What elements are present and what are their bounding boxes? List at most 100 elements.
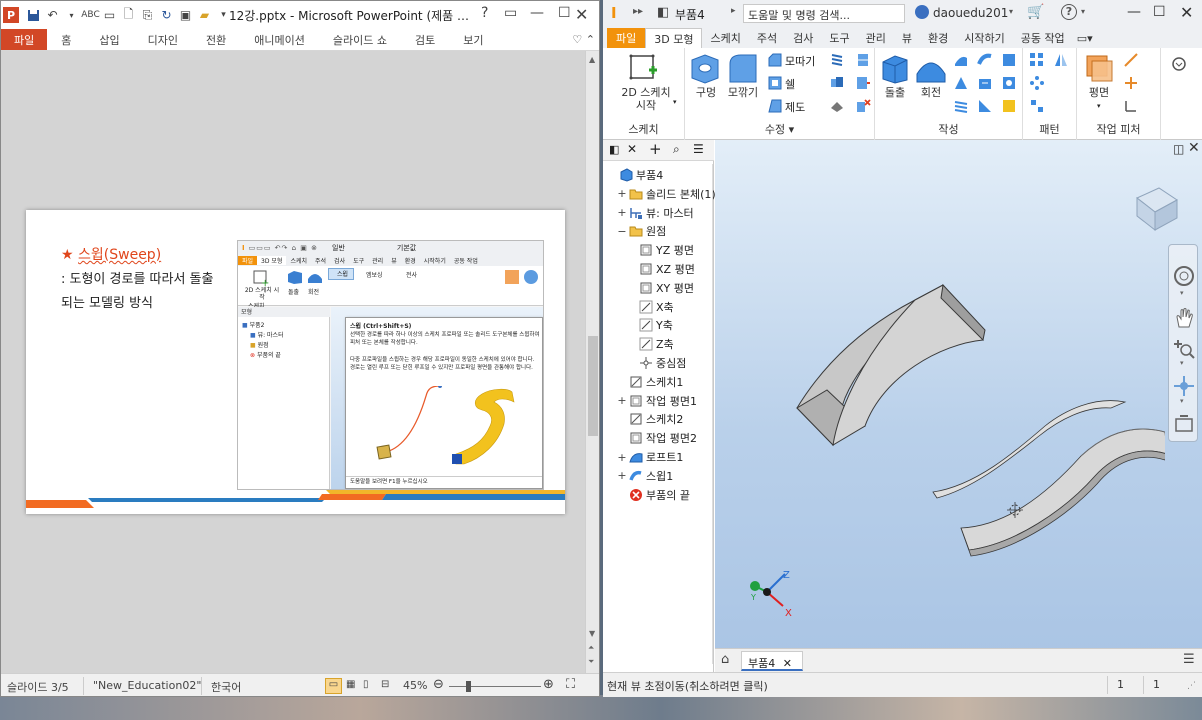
folder-icon[interactable]: ▰ bbox=[196, 7, 213, 24]
maximize-button[interactable]: ☐ bbox=[1153, 4, 1166, 20]
collapse-ribbon-icon[interactable]: ♡ ⌃ bbox=[566, 29, 599, 50]
undo-icon[interactable]: ↶ bbox=[44, 7, 61, 24]
open-icon[interactable]: ⎘ bbox=[139, 7, 156, 24]
tree-node-end-of-part[interactable]: 부품의 끝 bbox=[617, 486, 690, 504]
extrude-icon[interactable] bbox=[879, 52, 911, 84]
expand-icon[interactable]: + bbox=[617, 187, 627, 200]
3d-viewport[interactable]: ◫ ✕ ▾ ▾ ▾ Z X Y ⌂ 부품4 ✕ ☰ bbox=[715, 140, 1202, 672]
prev-slide-icon[interactable]: ⏶ bbox=[588, 643, 594, 653]
pan-icon[interactable] bbox=[1173, 307, 1195, 329]
tab-get-started[interactable]: 시작하기 bbox=[956, 28, 1012, 48]
reading-view-icon[interactable]: ▯ bbox=[363, 679, 369, 690]
tab-menu-icon[interactable]: ☰ bbox=[1183, 652, 1195, 667]
document-tab[interactable]: 부품4 ✕ bbox=[741, 651, 803, 671]
help-search-input[interactable]: 도움말 및 명령 검색... bbox=[743, 4, 905, 23]
tab-transitions[interactable]: 전환 bbox=[192, 29, 240, 50]
maximize-viewport-icon[interactable]: ◫ bbox=[1173, 142, 1184, 156]
ucs-icon[interactable] bbox=[1123, 98, 1139, 114]
tab-file[interactable]: 파일 bbox=[607, 28, 646, 48]
copy-object-icon[interactable] bbox=[829, 98, 845, 114]
help-icon[interactable]: ? bbox=[481, 5, 488, 21]
tree-node-z-axis[interactable]: Z축 bbox=[627, 335, 674, 353]
move-face-icon[interactable] bbox=[855, 75, 871, 91]
minimize-button[interactable]: — bbox=[1127, 4, 1141, 20]
tab-review[interactable]: 검토 bbox=[401, 29, 449, 50]
import-icon[interactable] bbox=[1001, 98, 1017, 114]
dropdown-icon[interactable]: ▸ bbox=[731, 6, 736, 16]
dropdown-icon[interactable]: ▾ bbox=[1180, 289, 1184, 297]
tab-view[interactable]: 보기 bbox=[449, 29, 497, 50]
delete-face-icon[interactable] bbox=[855, 98, 871, 114]
ribbon-display-icon[interactable]: ▭ bbox=[504, 5, 517, 21]
image-icon[interactable]: ▣ bbox=[177, 7, 194, 24]
help-dropdown-icon[interactable]: ▾ bbox=[1081, 7, 1085, 16]
tab-slideshow[interactable]: 슬라이드 쇼 bbox=[319, 29, 401, 50]
tab-tools[interactable]: 도구 bbox=[821, 28, 857, 48]
tree-node-center-point[interactable]: 중심점 bbox=[627, 354, 686, 372]
zoom-level[interactable]: 45% bbox=[403, 679, 427, 692]
expand-icon[interactable]: + bbox=[617, 394, 627, 407]
coil-spring-icon[interactable] bbox=[953, 98, 969, 114]
tab-inspect[interactable]: 검사 bbox=[785, 28, 821, 48]
model-tab-icon[interactable]: ◧ bbox=[609, 143, 619, 156]
tab-collaborate[interactable]: 공동 작업 bbox=[1013, 28, 1073, 48]
print-preview-icon[interactable]: 🗋 bbox=[120, 7, 137, 24]
sweep-icon[interactable] bbox=[977, 52, 993, 68]
save-icon[interactable] bbox=[25, 7, 42, 24]
user-name[interactable]: daouedu201 bbox=[933, 6, 1008, 20]
extrude-button[interactable]: 돌출 bbox=[877, 86, 913, 99]
derive-icon[interactable] bbox=[977, 98, 993, 114]
tree-node-sketch2[interactable]: 스케치2 bbox=[617, 410, 683, 428]
scroll-down-icon[interactable]: ▼ bbox=[589, 629, 595, 638]
tree-node-part4[interactable]: 부품4 bbox=[607, 166, 663, 184]
chamfer-icon[interactable] bbox=[767, 52, 783, 68]
slide-sorter-icon[interactable]: ▦ bbox=[346, 679, 355, 690]
language-indicator[interactable]: 한국어 bbox=[211, 679, 241, 695]
refresh-icon[interactable]: ↻ bbox=[158, 7, 175, 24]
sketch-pattern-icon[interactable] bbox=[1029, 98, 1045, 114]
search-icon[interactable]: ⌕ bbox=[673, 142, 680, 157]
plane-button[interactable]: 평면 bbox=[1081, 86, 1117, 99]
close-viewport-icon[interactable]: ✕ bbox=[1188, 140, 1200, 156]
expand-icon[interactable]: + bbox=[617, 451, 627, 464]
mirror-icon[interactable] bbox=[1053, 52, 1069, 68]
revolve-button[interactable]: 회전 bbox=[913, 86, 949, 99]
steering-wheel-icon[interactable] bbox=[1173, 265, 1195, 287]
axis-icon[interactable] bbox=[1123, 52, 1139, 68]
minimize-button[interactable]: — bbox=[530, 5, 544, 21]
plane-icon[interactable] bbox=[1083, 52, 1115, 84]
add-browser-icon[interactable]: + bbox=[649, 140, 662, 158]
tree-node-work-plane2[interactable]: 작업 평면2 bbox=[617, 429, 697, 447]
dropdown-icon[interactable]: ▾ bbox=[1180, 359, 1184, 367]
hole-button[interactable]: 구멍 bbox=[689, 86, 723, 99]
dropdown-icon[interactable]: ▾ bbox=[673, 98, 677, 106]
tab-sketch[interactable]: 스케치 bbox=[702, 28, 748, 48]
tree-node-xy-plane[interactable]: XY 평면 bbox=[627, 279, 694, 297]
circular-pattern-icon[interactable] bbox=[1029, 75, 1045, 91]
tree-node-work-plane1[interactable]: + 작업 평면1 bbox=[617, 392, 697, 410]
split-icon[interactable] bbox=[855, 52, 871, 68]
tree-node-loft1[interactable]: + 로프트1 bbox=[617, 448, 683, 466]
navigation-dropdown-icon[interactable] bbox=[1171, 56, 1191, 72]
tab-home[interactable]: 홈 bbox=[47, 29, 85, 50]
resize-grip-icon[interactable]: ⋰ bbox=[1187, 681, 1196, 691]
slide[interactable]: ★ 스윕(Sweep) : 도형이 경로를 따라서 돌출 되는 모델링 방식 I… bbox=[26, 210, 565, 514]
maximize-button[interactable]: ☐ bbox=[558, 5, 571, 21]
tree-node-view-master[interactable]: + 뷰: 마스터 bbox=[617, 204, 693, 222]
tree-node-solid-bodies[interactable]: + 솔리드 본체(1) bbox=[617, 185, 715, 203]
orbit-icon[interactable] bbox=[1173, 375, 1195, 397]
fillet-icon[interactable] bbox=[727, 52, 759, 84]
zoom-slider-handle[interactable] bbox=[466, 681, 471, 692]
spellcheck-icon[interactable]: ABC bbox=[81, 7, 99, 24]
ribbon-options-icon[interactable]: ▭▾ bbox=[1073, 28, 1097, 48]
shell-button[interactable]: 쉘 bbox=[785, 76, 795, 92]
draft-button[interactable]: 제도 bbox=[785, 99, 805, 115]
fit-to-window-icon[interactable]: ⛶ bbox=[566, 677, 575, 692]
menu-icon[interactable]: ☰ bbox=[693, 142, 704, 156]
help-icon[interactable]: ? bbox=[1061, 4, 1077, 20]
powerpoint-logo-icon[interactable]: P bbox=[3, 7, 19, 23]
tab-insert[interactable]: 삽입 bbox=[85, 29, 133, 50]
decal-icon[interactable] bbox=[1001, 75, 1017, 91]
inventor-logo-icon[interactable]: I bbox=[611, 4, 617, 22]
cart-icon[interactable]: 🛒 bbox=[1027, 4, 1044, 20]
